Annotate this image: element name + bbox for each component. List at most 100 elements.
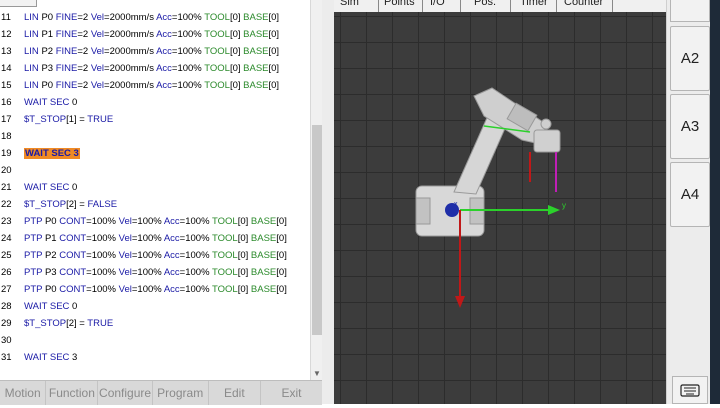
- line-number: 28: [1, 301, 12, 312]
- code-token: CONT: [59, 284, 87, 295]
- code-token: =2000mm/s: [104, 29, 157, 40]
- window-edge: [710, 0, 720, 404]
- code-text: PTP P1 CONT=100% Vel=100% Acc=100% TOOL[…: [24, 230, 287, 247]
- tab-io[interactable]: I/O: [430, 0, 445, 10]
- code-token: [0]: [237, 267, 251, 278]
- code-token: Vel: [118, 216, 132, 227]
- scrollbar-thumb[interactable]: [312, 125, 322, 335]
- axis-button-a3[interactable]: A3: [670, 94, 710, 159]
- simulation-viewport[interactable]: x y: [334, 12, 666, 404]
- code-token: [0]: [229, 80, 244, 91]
- code-text: WAIT SEC 3: [24, 145, 80, 162]
- code-line[interactable]: 14 LIN P3 FINE=2 Vel=2000mm/s Acc=100% TO…: [0, 60, 310, 77]
- code-token: P0: [41, 80, 56, 91]
- code-token: BASE: [250, 284, 277, 295]
- code-token: FINE: [55, 12, 78, 23]
- program-button[interactable]: Program: [153, 381, 209, 405]
- code-line[interactable]: 11 LIN P0 FINE=2 Vel=2000mm/s Acc=100% TO…: [0, 9, 310, 26]
- axis-button-a4[interactable]: A4: [670, 162, 710, 227]
- code-line[interactable]: 22 $T_STOP[2] = FALSE: [0, 196, 310, 213]
- code-line[interactable]: 17 $T_STOP[1] = TRUE: [0, 111, 310, 128]
- code-token: [0]: [268, 63, 280, 74]
- code-token: [0]: [268, 12, 280, 23]
- axis-button-a2[interactable]: A2: [670, 26, 710, 91]
- scroll-down-arrow-icon[interactable]: ▼: [311, 368, 322, 380]
- code-token: 0: [72, 301, 78, 312]
- code-token: Vel: [90, 80, 105, 91]
- code-text: WAIT SEC 0: [24, 298, 77, 315]
- code-token: =100%: [86, 216, 119, 227]
- code-line[interactable]: 12 LIN P1 FINE=2 Vel=2000mm/s Acc=100% TO…: [0, 26, 310, 43]
- code-line[interactable]: 19 WAIT SEC 3: [0, 145, 310, 162]
- keyboard-button[interactable]: [672, 376, 708, 404]
- line-number: 18: [1, 131, 12, 142]
- code-token: =2: [77, 46, 91, 57]
- configure-button[interactable]: Configure: [98, 381, 153, 405]
- code-token: BASE: [250, 250, 277, 261]
- code-line[interactable]: 27 PTP P0 CONT=100% Vel=100% Acc=100% TOO…: [0, 281, 310, 298]
- edit-button[interactable]: Edit: [209, 381, 261, 405]
- code-line[interactable]: 24 PTP P1 CONT=100% Vel=100% Acc=100% TOO…: [0, 230, 310, 247]
- code-token: CONT: [59, 250, 87, 261]
- code-text: LIN P0 FINE=2 Vel=2000mm/s Acc=100% TOOL…: [24, 9, 279, 26]
- code-token: LIN: [24, 29, 42, 40]
- tab-points[interactable]: Points: [384, 0, 415, 10]
- code-line[interactable]: 29 $T_STOP[2] = TRUE: [0, 315, 310, 332]
- code-line[interactable]: 28 WAIT SEC 0: [0, 298, 310, 315]
- code-token: =100%: [179, 216, 212, 227]
- line-number: 14: [1, 63, 12, 74]
- code-line[interactable]: 31 WAIT SEC 3: [0, 349, 310, 366]
- code-token: TOOL: [212, 250, 238, 261]
- code-token: [0]: [237, 216, 251, 227]
- code-token: TRUE: [87, 114, 114, 125]
- code-token: Vel: [118, 284, 132, 295]
- tab-counter[interactable]: Counter: [564, 0, 603, 10]
- current-line-highlight: WAIT SEC 3: [24, 148, 80, 159]
- code-token: TOOL: [212, 267, 238, 278]
- code-line[interactable]: 21 WAIT SEC 0: [0, 179, 310, 196]
- code-token: [2] =: [66, 199, 88, 210]
- robot-scene: x y: [415, 87, 566, 308]
- code-token: =2: [77, 80, 91, 91]
- tab-timer[interactable]: Timer: [520, 0, 548, 10]
- line-number: 15: [1, 80, 12, 91]
- code-token: $T_STOP: [24, 318, 67, 329]
- editor-tab[interactable]: [0, 0, 37, 7]
- axis-button-a1[interactable]: [670, 0, 710, 22]
- code-token: Vel: [90, 12, 105, 23]
- tab-pos[interactable]: Pos.: [474, 0, 496, 10]
- code-line[interactable]: 23 PTP P0 CONT=100% Vel=100% Acc=100% TOO…: [0, 213, 310, 230]
- code-token: =100%: [171, 80, 205, 91]
- code-token: Acc: [156, 46, 172, 57]
- program-editor[interactable]: 11 LIN P0 FINE=2 Vel=2000mm/s Acc=100% TO…: [0, 0, 322, 380]
- code-token: $T_STOP: [24, 199, 67, 210]
- code-line[interactable]: 18: [0, 128, 310, 145]
- code-line[interactable]: 25 PTP P2 CONT=100% Vel=100% Acc=100% TOO…: [0, 247, 310, 264]
- code-line[interactable]: 26 PTP P3 CONT=100% Vel=100% Acc=100% TOO…: [0, 264, 310, 281]
- code-token: =100%: [179, 284, 212, 295]
- code-token: TOOL: [204, 80, 230, 91]
- code-line[interactable]: 16 WAIT SEC 0: [0, 94, 310, 111]
- code-line[interactable]: 30: [0, 332, 310, 349]
- line-number: 26: [1, 267, 12, 278]
- code-token: [0]: [276, 267, 287, 278]
- function-button[interactable]: Function: [46, 381, 99, 405]
- line-number: 22: [1, 199, 12, 210]
- code-line[interactable]: 20: [0, 162, 310, 179]
- editor-scrollbar[interactable]: ▼: [310, 0, 322, 380]
- code-token: [0]: [276, 216, 287, 227]
- code-token: =2000mm/s: [104, 12, 157, 23]
- bottom-menu: Motion Function Configure Program Edit E…: [0, 380, 322, 405]
- exit-button[interactable]: Exit: [261, 381, 322, 405]
- code-text: LIN P3 FINE=2 Vel=2000mm/s Acc=100% TOOL…: [24, 60, 279, 77]
- motion-button[interactable]: Motion: [0, 381, 47, 405]
- code-line[interactable]: 15 LIN P0 FINE=2 Vel=2000mm/s Acc=100% TO…: [0, 77, 310, 94]
- code-token: TRUE: [87, 318, 114, 329]
- tab-sim[interactable]: Sim: [340, 0, 359, 10]
- code-line[interactable]: 13 LIN P2 FINE=2 Vel=2000mm/s Acc=100% TO…: [0, 43, 310, 60]
- code-text: LIN P1 FINE=2 Vel=2000mm/s Acc=100% TOOL…: [24, 26, 279, 43]
- code-token: P0: [44, 216, 60, 227]
- code-token: [0]: [276, 250, 287, 261]
- code-token: 3: [72, 352, 78, 363]
- code-token: =100%: [131, 284, 164, 295]
